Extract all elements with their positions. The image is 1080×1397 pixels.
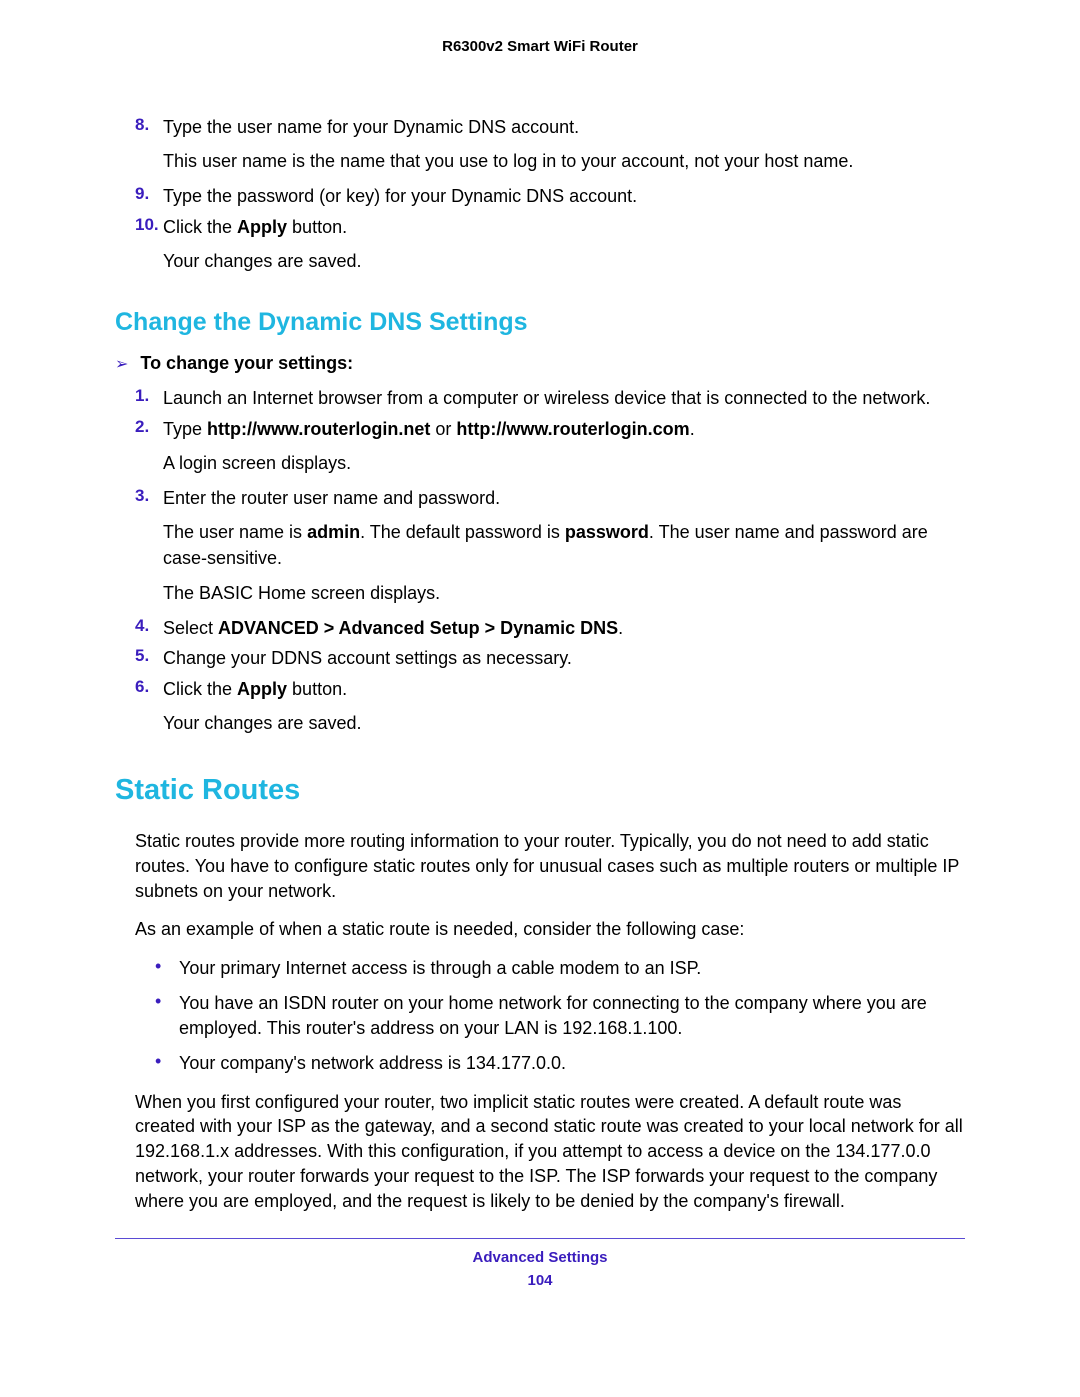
step-number: 9. [135,184,163,204]
step-text: Type http://www.routerlogin.net or http:… [163,417,695,441]
intro-steps: 8. Type the user name for your Dynamic D… [135,115,965,274]
step-text-bold: Apply [237,679,287,699]
list-item-text: Your primary Internet access is through … [179,956,701,981]
step-text-bold: http://www.routerlogin.net [207,419,430,439]
step-number: 8. [135,115,163,135]
step-text: Click the Apply button. [163,677,347,701]
step-text: Select ADVANCED > Advanced Setup > Dynam… [163,616,623,640]
page-header-title: R6300v2 Smart WiFi Router [115,38,965,55]
step-item: 2. Type http://www.routerlogin.net or ht… [135,417,965,441]
step-text: Type the user name for your Dynamic DNS … [163,115,579,139]
step-text-bold: ADVANCED > Advanced Setup > Dynamic DNS [218,618,618,638]
step-text-suffix: . [690,419,695,439]
step-text-prefix: Click the [163,679,237,699]
footer-divider [115,1238,965,1239]
bullet-icon: • [155,956,179,978]
step-number: 1. [135,386,163,406]
bullet-icon: • [155,1051,179,1073]
section-heading-static-routes: Static Routes [115,774,965,807]
arrow-icon: ➢ [115,354,128,374]
procedure-heading: ➢ To change your settings: [115,353,965,374]
section1-steps: 1. Launch an Internet browser from a com… [135,386,965,736]
step-text: Change your DDNS account settings as nec… [163,646,572,670]
list-item-text: You have an ISDN router on your home net… [179,991,965,1041]
step-item: 6. Click the Apply button. [135,677,965,701]
step-text: Click the Apply button. [163,215,347,239]
step-text-prefix: Click the [163,217,237,237]
step-text: Enter the router user name and password. [163,486,500,510]
step-text-prefix: Type [163,419,207,439]
footer-page-number: 104 [115,1272,965,1289]
step-item: 8. Type the user name for your Dynamic D… [135,115,965,139]
step-text: Launch an Internet browser from a comput… [163,386,930,410]
step-item: 4. Select ADVANCED > Advanced Setup > Dy… [135,616,965,640]
list-item: •You have an ISDN router on your home ne… [155,991,965,1041]
step-text-bold: Apply [237,217,287,237]
step-item: 3. Enter the router user name and passwo… [135,486,965,510]
step-text: Type the password (or key) for your Dyna… [163,184,637,208]
step-number: 10. [135,215,163,235]
page-footer: Advanced Settings 104 [115,1249,965,1289]
section-heading-change-dns: Change the Dynamic DNS Settings [115,308,965,337]
step-number: 3. [135,486,163,506]
step-followup: A login screen displays. [163,451,965,476]
step-text-suffix: . [618,618,623,638]
step-text-mid: or [430,419,456,439]
step-followup: Your changes are saved. [163,711,965,736]
list-item: •Your primary Internet access is through… [155,956,965,981]
step-number: 2. [135,417,163,437]
step-text-bold2: http://www.routerlogin.com [456,419,689,439]
step-followup: The user name is admin. The default pass… [163,520,965,570]
step-item: 5. Change your DDNS account settings as … [135,646,965,670]
step-item: 10. Click the Apply button. [135,215,965,239]
step-followup: This user name is the name that you use … [163,149,965,174]
document-page: R6300v2 Smart WiFi Router 8. Type the us… [0,0,1080,1329]
procedure-label: To change your settings: [140,353,353,374]
footer-section-name: Advanced Settings [115,1249,965,1266]
step-item: 9. Type the password (or key) for your D… [135,184,965,208]
step-number: 5. [135,646,163,666]
step-text-prefix: Select [163,618,218,638]
step-item: 1. Launch an Internet browser from a com… [135,386,965,410]
step-number: 6. [135,677,163,697]
body-paragraph: Static routes provide more routing infor… [135,829,965,903]
step-text-suffix: button. [287,679,347,699]
bullet-list: •Your primary Internet access is through… [155,956,965,1075]
list-item: •Your company's network address is 134.1… [155,1051,965,1076]
step-followup: The BASIC Home screen displays. [163,581,965,606]
bullet-icon: • [155,991,179,1013]
list-item-text: Your company's network address is 134.17… [179,1051,566,1076]
body-paragraph: When you first configured your router, t… [135,1090,965,1214]
body-paragraph: As an example of when a static route is … [135,917,965,942]
step-followup: Your changes are saved. [163,249,965,274]
step-text-suffix: button. [287,217,347,237]
step-number: 4. [135,616,163,636]
